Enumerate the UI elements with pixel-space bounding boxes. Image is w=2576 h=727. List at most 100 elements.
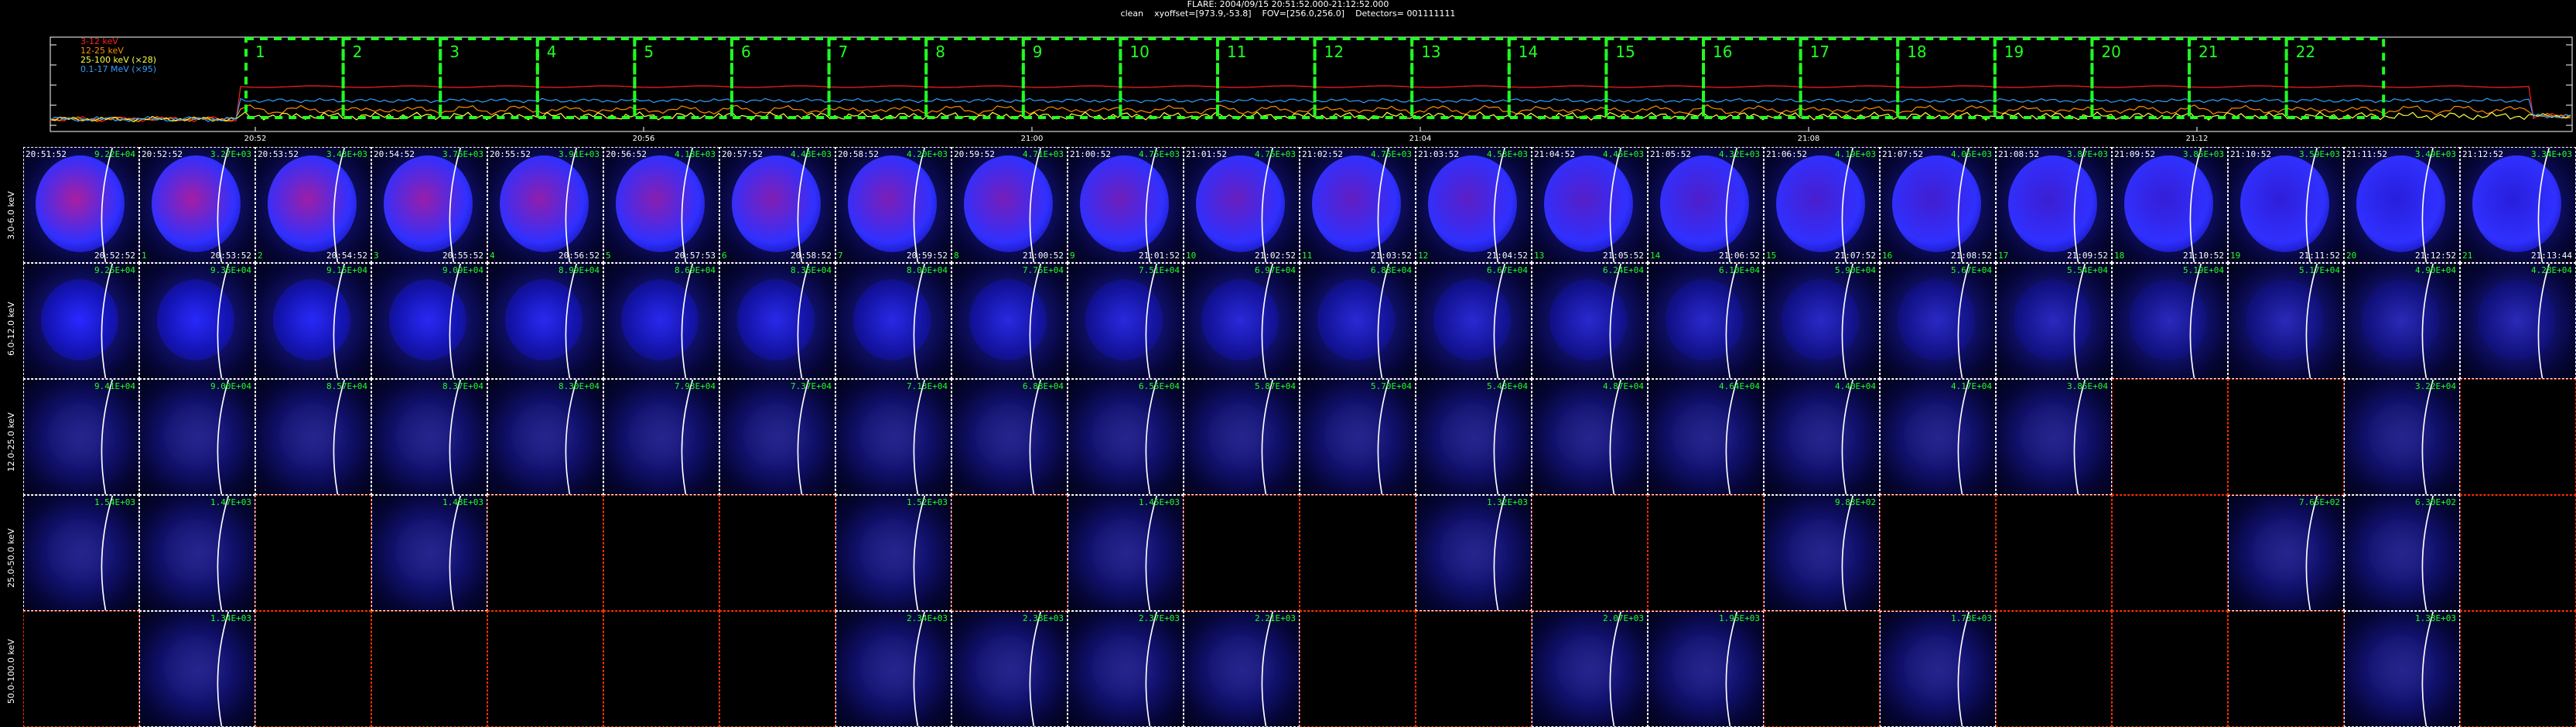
solar-limb bbox=[565, 264, 578, 378]
end-time: 20:57:53 bbox=[675, 251, 716, 261]
solar-limb bbox=[449, 148, 462, 262]
image-cell: 4.76E+03 21:02:52 21:03:52 11 bbox=[1300, 147, 1416, 263]
image-cell: 3.85E+04 bbox=[1996, 379, 2112, 495]
end-time: 21:12:52 bbox=[2415, 251, 2456, 261]
solar-limb bbox=[1493, 496, 1506, 610]
image-cell bbox=[255, 495, 371, 611]
peak-flux-value: 4.18E+03 bbox=[675, 149, 716, 159]
peak-flux-value: 1.96E+03 bbox=[1719, 613, 1760, 623]
image-cell: 4.71E+03 20:59:52 21:00:52 8 bbox=[951, 147, 1068, 263]
image-cell: 6.88E+04 bbox=[951, 379, 1068, 495]
image-cell: 2.34E+03 bbox=[835, 611, 951, 727]
x-tick-label: 21:08 bbox=[1798, 135, 1820, 143]
peak-flux-value: 9.09E+04 bbox=[442, 265, 483, 275]
legend-entry: 0.1-17 MeV (×95) bbox=[80, 64, 157, 74]
image-cell: 7.37E+04 bbox=[719, 379, 835, 495]
peak-flux-value: 9.15E+04 bbox=[326, 265, 367, 275]
image-cell: 7.65E+02 bbox=[2228, 495, 2344, 611]
image-cell bbox=[2112, 379, 2228, 495]
solar-limb bbox=[913, 612, 926, 726]
image-cell: 4.28E+04 bbox=[2460, 263, 2576, 379]
solar-limb bbox=[1609, 264, 1622, 378]
solar-limb bbox=[449, 264, 462, 378]
peak-flux-value: 5.17E+04 bbox=[2299, 265, 2340, 275]
interval-index: 19 bbox=[2230, 251, 2241, 261]
solar-limb bbox=[913, 264, 926, 378]
end-time: 21:10:52 bbox=[2183, 251, 2224, 261]
solar-limb bbox=[913, 380, 926, 494]
solar-limb bbox=[2537, 148, 2550, 262]
image-cell: 5.90E+04 bbox=[1764, 263, 1880, 379]
solar-limb bbox=[2421, 148, 2434, 262]
start-time: 20:59:52 bbox=[954, 149, 995, 159]
image-parameters: clean xyoffset=[973.9,-53.8] FOV=[256.0,… bbox=[1120, 9, 1456, 19]
image-cell: 1.32E+03 bbox=[1416, 495, 1532, 611]
peak-flux-value: 5.43E+04 bbox=[1487, 381, 1528, 391]
image-cell: 4.18E+03 20:56:52 20:57:53 5 bbox=[603, 147, 719, 263]
peak-flux-value: 4.76E+03 bbox=[1371, 149, 1412, 159]
image-cell: 2.38E+03 bbox=[951, 611, 1068, 727]
peak-flux-value: 6.30E+02 bbox=[2415, 497, 2456, 507]
solar-limb bbox=[1261, 264, 1274, 378]
interval-index: 10 bbox=[1186, 251, 1197, 261]
image-cell bbox=[23, 611, 139, 727]
interval-index: 4 bbox=[490, 251, 495, 261]
interval-number: 7 bbox=[839, 43, 849, 61]
peak-flux-value: 5.54E+04 bbox=[2067, 265, 2108, 275]
image-cell: 4.32E+03 21:05:52 21:06:52 14 bbox=[1648, 147, 1764, 263]
interval-number: 20 bbox=[2101, 43, 2120, 61]
image-cell: 7.51E+04 bbox=[1068, 263, 1184, 379]
peak-flux-value: 7.93E+04 bbox=[675, 381, 716, 391]
image-cell bbox=[2112, 495, 2228, 611]
solar-limb bbox=[681, 148, 694, 262]
solar-limb bbox=[2073, 264, 2086, 378]
peak-flux-value: 3.49E+03 bbox=[2415, 149, 2456, 159]
interval-index: 6 bbox=[722, 251, 727, 261]
interval-index: 16 bbox=[1882, 251, 1893, 261]
image-cell: 5.70E+04 bbox=[1300, 379, 1416, 495]
interval-number: 17 bbox=[1810, 43, 1830, 61]
lightcurve-legend: 3-12 keV 12-25 keV 25-100 keV (×28) 0.1-17 … bbox=[80, 37, 156, 74]
image-cell: 4.17E+04 bbox=[1880, 379, 1996, 495]
peak-flux-value: 2.34E+03 bbox=[907, 613, 948, 623]
solar-limb bbox=[1377, 264, 1390, 378]
image-cell bbox=[719, 611, 835, 727]
solar-limb bbox=[1841, 496, 1854, 610]
image-cell: 8.00E+04 bbox=[835, 263, 951, 379]
solar-limb bbox=[217, 148, 230, 262]
image-cell bbox=[487, 611, 603, 727]
image-grid: 3.0-6.0 keV 6.0-12.0 keV 12.0-25.0 keV 25.0… bbox=[6, 147, 2576, 727]
peak-flux-value: 3.76E+03 bbox=[442, 149, 483, 159]
image-cell: 4.53E+03 21:03:52 21:04:52 12 bbox=[1416, 147, 1532, 263]
solar-limb bbox=[2189, 264, 2202, 378]
image-cell bbox=[1648, 495, 1764, 611]
solar-limb bbox=[1261, 380, 1274, 494]
start-time: 20:51:52 bbox=[26, 149, 67, 159]
image-cell: 8.57E+04 bbox=[255, 379, 371, 495]
image-cell: 9.09E+04 bbox=[371, 263, 487, 379]
image-cell: 3.49E+03 21:11:52 21:12:52 20 bbox=[2344, 147, 2460, 263]
interval-index: 11 bbox=[1302, 251, 1313, 261]
image-cell: 4.45E+03 21:04:52 21:05:52 13 bbox=[1532, 147, 1648, 263]
end-time: 20:58:52 bbox=[791, 251, 832, 261]
interval-number: 3 bbox=[449, 43, 460, 61]
interval-index: 15 bbox=[1766, 251, 1777, 261]
interval-index: 12 bbox=[1418, 251, 1429, 261]
image-cell: 4.40E+04 bbox=[1764, 379, 1880, 495]
solar-limb bbox=[217, 496, 230, 610]
interval-number: 21 bbox=[2198, 43, 2218, 61]
image-cell: 5.67E+04 bbox=[1880, 263, 1996, 379]
peak-flux-value: 8.30E+04 bbox=[559, 381, 600, 391]
solar-limb bbox=[2421, 612, 2434, 726]
interval-number: 15 bbox=[1615, 43, 1635, 61]
start-time: 20:53:52 bbox=[258, 149, 299, 159]
image-cell bbox=[255, 611, 371, 727]
image-cell bbox=[603, 495, 719, 611]
interval-number: 5 bbox=[644, 43, 654, 61]
peak-flux-value: 6.24E+04 bbox=[1603, 265, 1644, 275]
solar-limb bbox=[1377, 380, 1390, 494]
peak-flux-value: 3.59E+03 bbox=[2299, 149, 2340, 159]
peak-flux-value: 4.17E+04 bbox=[1951, 381, 1992, 391]
peak-flux-value: 4.19E+03 bbox=[1835, 149, 1876, 159]
image-cell: 6.24E+04 bbox=[1532, 263, 1648, 379]
